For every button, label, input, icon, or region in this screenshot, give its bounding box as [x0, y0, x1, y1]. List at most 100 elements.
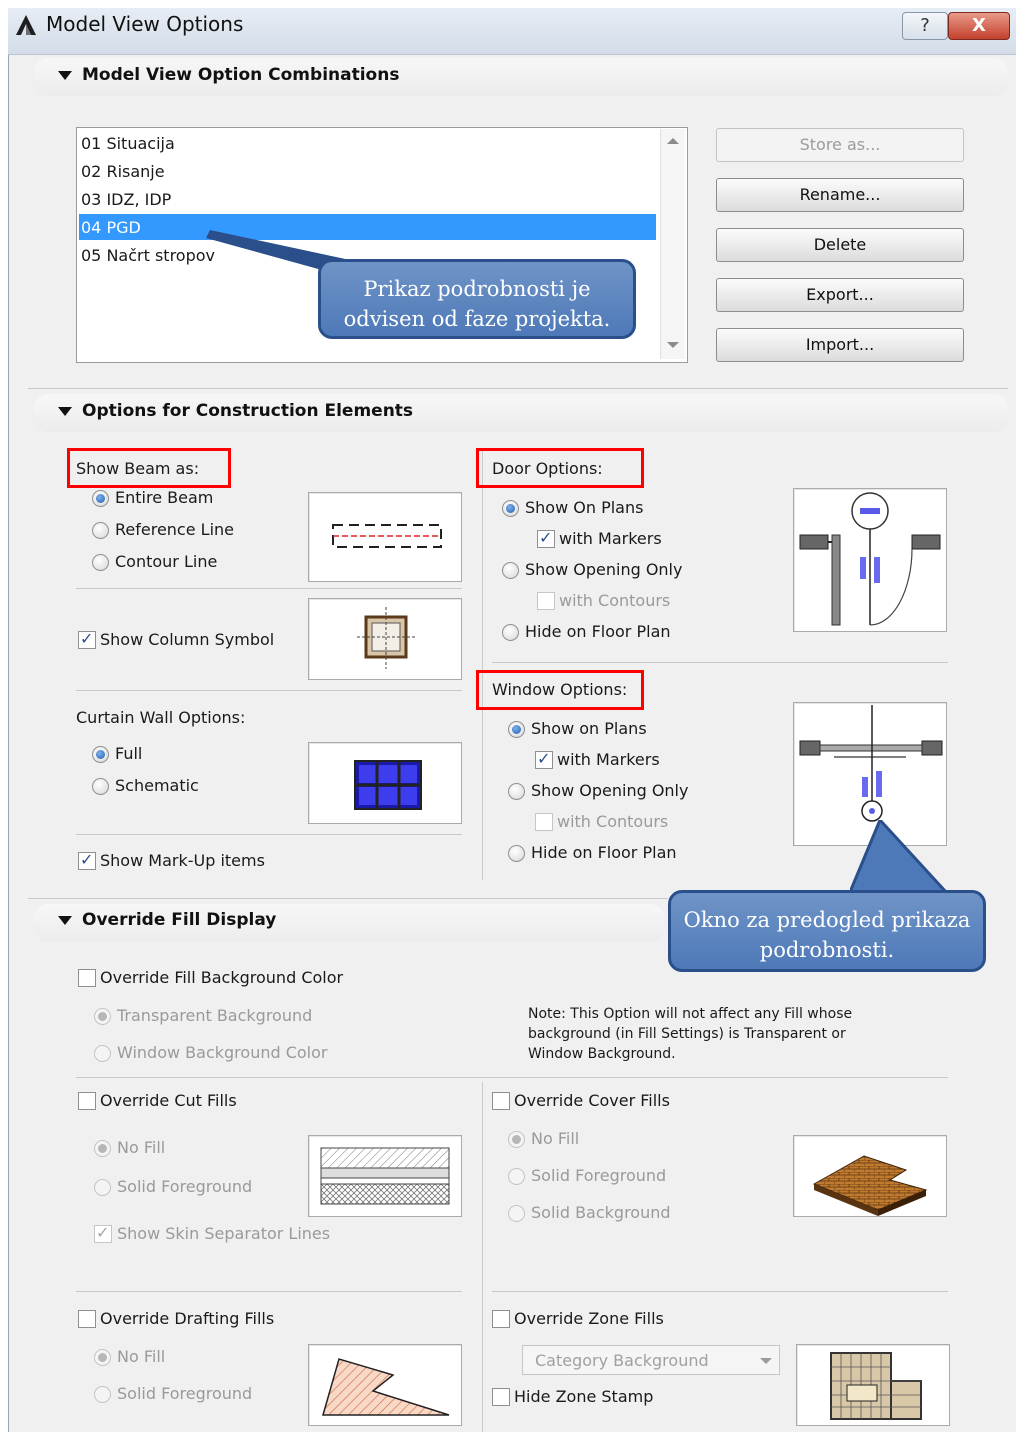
curtain-preview [308, 742, 462, 824]
chevron-down-icon[interactable] [760, 1357, 772, 1365]
show-markup-label[interactable]: Show Mark-Up items [100, 851, 265, 870]
callout-preview-note: Okno za predogled prikaza podrobnosti. [668, 890, 986, 972]
override-zone-checkbox[interactable] [492, 1310, 510, 1328]
door-show-opening-radio[interactable] [502, 562, 519, 579]
window-with-markers-checkbox[interactable] [535, 749, 553, 769]
window-show-opening-radio[interactable] [508, 783, 525, 800]
door-show-on-plans-label[interactable]: Show On Plans [525, 498, 643, 517]
export-button[interactable]: Export... [716, 278, 964, 312]
column-preview-icon [357, 607, 415, 669]
override-drafting-label[interactable]: Override Drafting Fills [100, 1309, 274, 1328]
cover-solid-fg-radio[interactable] [508, 1168, 525, 1185]
cover-no-fill-radio[interactable] [508, 1131, 525, 1148]
list-scrollbar[interactable] [660, 129, 685, 359]
curtain-schematic-radio[interactable] [92, 778, 109, 795]
beam-entire-label[interactable]: Entire Beam [115, 488, 213, 507]
beam-contour-radio[interactable] [92, 554, 109, 571]
drafting-solid-fg-radio[interactable] [94, 1386, 111, 1403]
cover-no-fill-label[interactable]: No Fill [531, 1129, 579, 1148]
door-hide-label[interactable]: Hide on Floor Plan [525, 622, 671, 641]
door-show-opening-label[interactable]: Show Opening Only [525, 560, 682, 579]
scroll-down-arrow-icon[interactable] [667, 341, 679, 349]
door-preview [793, 488, 947, 632]
store-as-button[interactable]: Store as... [716, 128, 964, 162]
drafting-solid-fg-label[interactable]: Solid Foreground [117, 1384, 252, 1403]
door-with-contours-checkbox[interactable] [537, 592, 555, 610]
beam-contour-label[interactable]: Contour Line [115, 552, 217, 571]
override-bg-label[interactable]: Override Fill Background Color [100, 968, 343, 987]
override-cover-label[interactable]: Override Cover Fills [514, 1091, 670, 1110]
hide-zone-stamp-checkbox[interactable] [492, 1388, 510, 1406]
door-hide-radio[interactable] [502, 624, 519, 641]
window-with-contours-checkbox[interactable] [535, 813, 553, 831]
section-header-fill[interactable]: Override Fill Display [58, 910, 276, 946]
beam-reference-label[interactable]: Reference Line [115, 520, 234, 539]
show-markup-checkbox[interactable] [78, 850, 96, 870]
list-item[interactable]: 01 Situacija [81, 134, 175, 153]
delete-button[interactable]: Delete [716, 228, 964, 262]
cut-no-fill-radio[interactable] [94, 1140, 111, 1157]
cover-fill-preview [793, 1135, 947, 1217]
beam-entire-radio[interactable] [92, 490, 109, 507]
cut-no-fill-label[interactable]: No Fill [117, 1138, 165, 1157]
cut-solid-fg-label[interactable]: Solid Foreground [117, 1177, 252, 1196]
list-item[interactable]: 05 Načrt stropov [81, 246, 215, 265]
curtain-full-label[interactable]: Full [115, 744, 142, 763]
help-button[interactable]: ? [902, 12, 948, 40]
window-with-markers-label[interactable]: with Markers [557, 750, 660, 769]
drafting-no-fill-label[interactable]: No Fill [117, 1347, 165, 1366]
import-button[interactable]: Import... [716, 328, 964, 362]
collapse-triangle-icon [58, 915, 72, 925]
zone-fill-dropdown[interactable]: Category Background [522, 1345, 780, 1375]
override-zone-label[interactable]: Override Zone Fills [514, 1309, 664, 1328]
window-bg-label[interactable]: Window Background Color [117, 1043, 327, 1062]
drafting-fill-preview [308, 1344, 462, 1426]
override-cut-checkbox[interactable] [78, 1092, 96, 1110]
divider [76, 834, 462, 835]
window-hide-radio[interactable] [508, 845, 525, 862]
beam-preview-icon [332, 524, 442, 548]
list-item[interactable]: 03 IDZ, IDP [81, 190, 171, 209]
window-bg-radio[interactable] [94, 1045, 111, 1062]
cover-solid-bg-label[interactable]: Solid Background [531, 1203, 671, 1222]
show-column-label[interactable]: Show Column Symbol [100, 630, 274, 649]
skin-separator-checkbox[interactable] [94, 1223, 112, 1243]
section-header-combinations[interactable]: Model View Option Combinations [58, 65, 399, 101]
window-with-contours-label[interactable]: with Contours [557, 812, 668, 831]
transparent-bg-radio[interactable] [94, 1008, 111, 1025]
override-drafting-checkbox[interactable] [78, 1310, 96, 1328]
window-show-on-plans-label[interactable]: Show on Plans [531, 719, 647, 738]
show-column-checkbox[interactable] [78, 629, 96, 649]
curtain-full-radio[interactable] [92, 746, 109, 763]
transparent-bg-label[interactable]: Transparent Background [117, 1006, 312, 1025]
door-with-markers-checkbox[interactable] [537, 528, 555, 548]
drafting-no-fill-radio[interactable] [94, 1349, 111, 1366]
override-bg-checkbox[interactable] [78, 969, 96, 987]
rename-button[interactable]: Rename... [716, 178, 964, 212]
skin-separator-label[interactable]: Show Skin Separator Lines [117, 1224, 330, 1243]
window-hide-label[interactable]: Hide on Floor Plan [531, 843, 677, 862]
beam-reference-radio[interactable] [92, 522, 109, 539]
window-show-opening-label[interactable]: Show Opening Only [531, 781, 688, 800]
door-with-markers-label[interactable]: with Markers [559, 529, 662, 548]
cover-solid-bg-radio[interactable] [508, 1205, 525, 1222]
zone-fill-dropdown-value: Category Background [535, 1351, 709, 1370]
cover-solid-fg-label[interactable]: Solid Foreground [531, 1166, 666, 1185]
list-item-selected[interactable]: 04 PGD [81, 218, 141, 237]
list-item[interactable]: 02 Risanje [81, 162, 165, 181]
close-button[interactable]: X [948, 12, 1010, 40]
window-title: Model View Options [46, 12, 244, 36]
section-header-construction[interactable]: Options for Construction Elements [58, 401, 413, 437]
zone-fill-preview-icon [830, 1352, 922, 1420]
scroll-up-arrow-icon[interactable] [667, 137, 679, 145]
section-title: Options for Construction Elements [82, 401, 414, 421]
curtain-schematic-label[interactable]: Schematic [115, 776, 199, 795]
door-show-on-plans-radio[interactable] [502, 500, 519, 517]
override-cut-label[interactable]: Override Cut Fills [100, 1091, 237, 1110]
door-with-contours-label[interactable]: with Contours [559, 591, 670, 610]
section-title: Override Fill Display [82, 910, 277, 930]
window-show-on-plans-radio[interactable] [508, 721, 525, 738]
hide-zone-stamp-label[interactable]: Hide Zone Stamp [514, 1387, 653, 1406]
override-cover-checkbox[interactable] [492, 1092, 510, 1110]
cut-solid-fg-radio[interactable] [94, 1179, 111, 1196]
